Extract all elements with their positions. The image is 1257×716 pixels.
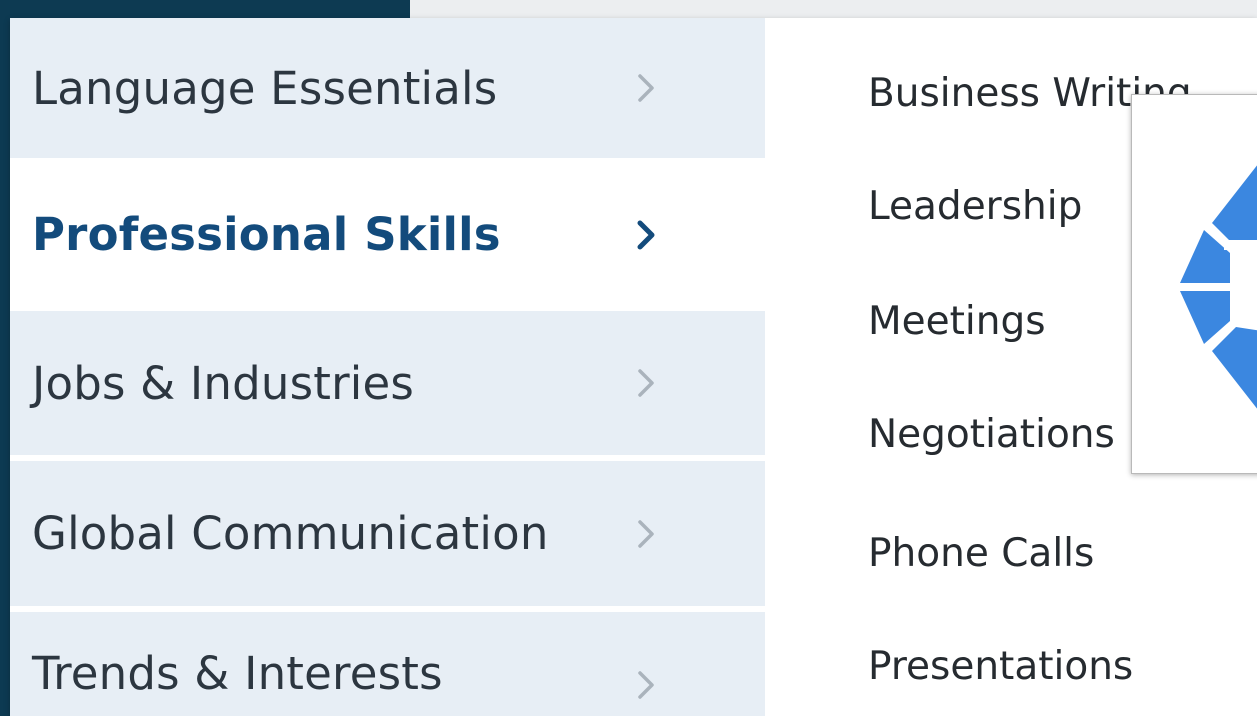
subcategory-phone-calls[interactable]: Phone Calls — [868, 523, 1094, 583]
dropdown-menu-panel: Language Essentials Professional Skills … — [10, 18, 1257, 716]
subcategory-meetings[interactable]: Meetings — [868, 291, 1046, 351]
chevron-right-icon — [628, 668, 662, 702]
chevron-right-icon — [628, 517, 662, 551]
loading-popup — [1131, 94, 1257, 474]
category-item-jobs-industries[interactable]: Jobs & Industries — [10, 311, 765, 455]
loading-spinner-icon — [1180, 165, 1257, 409]
subcategory-presentations[interactable]: Presentations — [868, 636, 1133, 696]
chevron-right-icon — [628, 366, 662, 400]
category-label: Global Communication — [32, 507, 549, 560]
subcategory-negotiations[interactable]: Negotiations — [868, 404, 1115, 464]
category-label: Language Essentials — [32, 61, 498, 115]
chevron-right-icon — [628, 71, 662, 105]
subcategory-leadership[interactable]: Leadership — [868, 176, 1082, 236]
top-bar-strip — [410, 0, 1257, 20]
category-label: Trends & Interests — [32, 646, 443, 700]
category-item-global-communication[interactable]: Global Communication — [10, 461, 765, 606]
category-item-professional-skills[interactable]: Professional Skills — [10, 158, 765, 311]
category-item-trends-interests[interactable]: Trends & Interests — [10, 612, 765, 716]
category-item-language-essentials[interactable]: Language Essentials — [10, 18, 765, 158]
category-list: Language Essentials Professional Skills … — [10, 18, 765, 716]
category-label: Jobs & Industries — [32, 356, 415, 410]
category-label: Professional Skills — [32, 208, 501, 261]
chevron-right-icon — [628, 218, 662, 252]
